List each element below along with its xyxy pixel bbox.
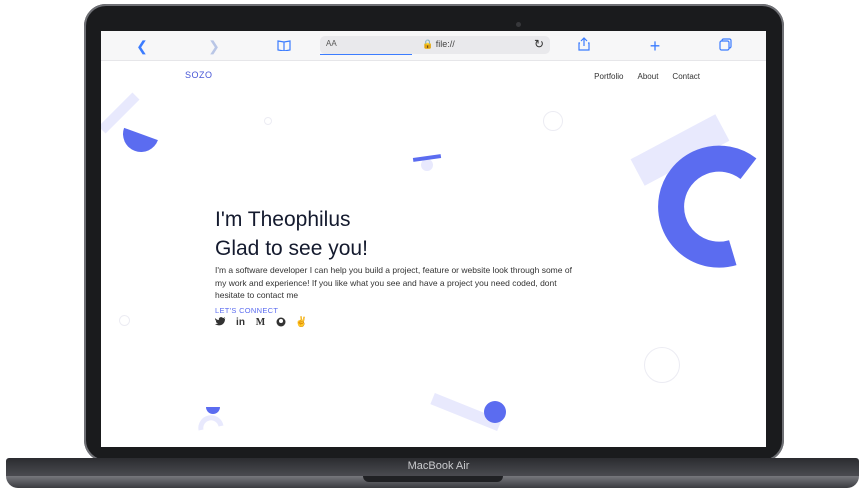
forward-button[interactable]: ❯ [205, 37, 223, 55]
decor-small-ring [264, 117, 272, 125]
hero-title: I'm Theophilus Glad to see you! [215, 205, 368, 263]
social-links: in M ✌ [215, 317, 307, 330]
decor-ring-top [543, 111, 563, 131]
hashnode-icon[interactable]: ✌ [295, 317, 307, 330]
nav-contact[interactable]: Contact [672, 72, 700, 81]
screen: ❮ ❯ AA 🔒 file:// ↻ + SOZO Portfolio Abou… [101, 31, 766, 447]
website: SOZO Portfolio About Contact I'm Theophi… [101, 60, 766, 447]
decor-half-circle-bottom [198, 407, 224, 431]
base-hinge: MacBook Air [6, 458, 859, 476]
decor-large-arc [630, 114, 757, 268]
nav-portfolio[interactable]: Portfolio [594, 72, 623, 81]
share-icon [578, 37, 590, 51]
decor-ring-left [119, 315, 130, 326]
decor-half-circle-top-left [101, 92, 158, 152]
text-size-button[interactable]: AA [326, 39, 337, 48]
decor-bar-small [412, 154, 442, 171]
hero-line-1: I'm Theophilus [215, 208, 351, 231]
camera-icon [516, 22, 521, 27]
medium-icon[interactable]: M [255, 317, 266, 330]
hero-line-2: Glad to see you! [215, 237, 368, 260]
decor-ring-right [644, 347, 680, 383]
connect-label: LET'S CONNECT [215, 306, 279, 315]
site-logo[interactable]: SOZO [185, 70, 213, 80]
share-button[interactable] [575, 37, 593, 55]
tabs-icon [718, 38, 732, 51]
address-bar[interactable]: AA 🔒 file:// ↻ [320, 36, 550, 55]
twitter-icon[interactable] [215, 317, 226, 330]
nav-about[interactable]: About [638, 72, 659, 81]
url-text: 🔒 file:// [422, 39, 455, 49]
trackpad-notch [363, 476, 503, 482]
new-tab-button[interactable]: + [646, 37, 664, 55]
device-label: MacBook Air [407, 460, 470, 472]
site-nav: Portfolio About Contact [594, 72, 700, 81]
github-icon[interactable] [275, 317, 286, 330]
laptop-base: MacBook Air [0, 458, 865, 488]
back-button[interactable]: ❮ [133, 37, 151, 55]
reload-icon[interactable]: ↻ [534, 37, 544, 51]
bookmarks-button[interactable] [275, 37, 293, 55]
linkedin-icon[interactable]: in [235, 317, 246, 330]
hero-description: I'm a software developer I can help you … [215, 265, 572, 300]
browser-toolbar: ❮ ❯ AA 🔒 file:// ↻ + [101, 31, 766, 61]
decor-bar-ball [430, 392, 506, 432]
url-value: file:// [435, 39, 455, 49]
plus-icon: + [649, 36, 661, 56]
book-icon [277, 40, 291, 52]
load-progress [320, 54, 412, 55]
tabs-button[interactable] [716, 37, 734, 55]
